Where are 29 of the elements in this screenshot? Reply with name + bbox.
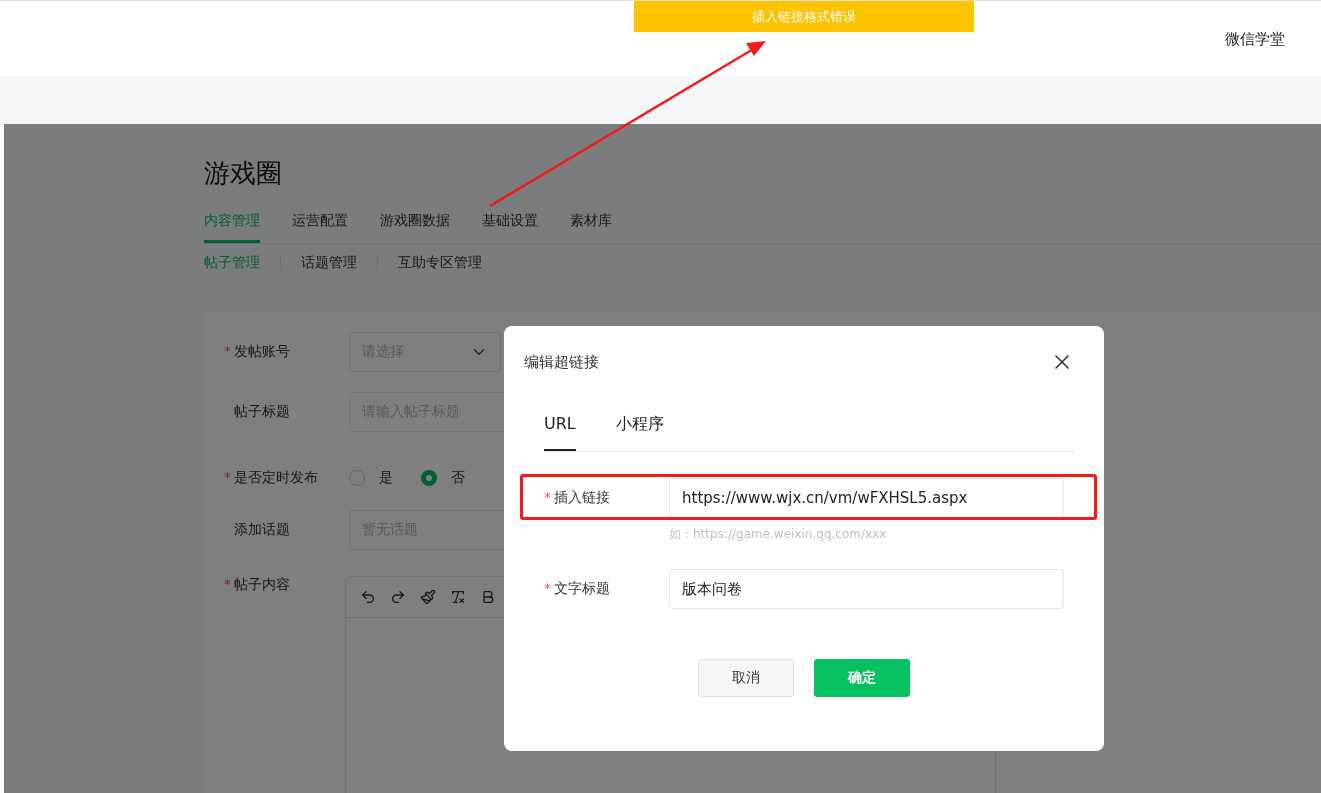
required-mark: *	[224, 576, 232, 594]
sub-tab[interactable]: 话题管理	[301, 252, 357, 274]
nav-tab[interactable]: 基础设置	[482, 204, 538, 243]
field-label: 发帖账号	[234, 343, 290, 361]
page-title: 游戏圈	[204, 157, 283, 190]
radio-option[interactable]: 是	[349, 469, 393, 487]
radio-option[interactable]: 否	[421, 469, 465, 487]
field-label: 帖子标题	[234, 403, 290, 421]
required-mark: *	[544, 489, 552, 505]
required-mark: *	[544, 580, 552, 596]
confirm-button[interactable]: 确定	[814, 659, 910, 697]
field-label: 插入链接	[554, 489, 610, 505]
dialog-title: 编辑超链接	[524, 352, 599, 372]
cancel-button[interactable]: 取消	[698, 659, 794, 697]
dialog-tab[interactable]: URL	[544, 414, 576, 451]
nav-tab[interactable]: 素材库	[570, 204, 612, 243]
field-label: 帖子内容	[234, 576, 290, 594]
field-label: 文字标题	[554, 580, 610, 596]
field-label: 添加话题	[234, 521, 290, 539]
required-mark: *	[224, 343, 232, 361]
field-label: 是否定时发布	[234, 469, 318, 487]
nav-tab[interactable]: 游戏圈数据	[380, 204, 450, 243]
header-link[interactable]: 微信学堂	[1225, 30, 1285, 49]
sub-tab[interactable]: 互助专区管理	[398, 252, 482, 274]
error-toast: 插入链接格式错误	[634, 1, 974, 32]
hint-text: 如：https://game.weixin.qq.com/xxx	[669, 526, 888, 543]
required-mark: *	[224, 469, 232, 487]
input-field[interactable]: 版本问卷	[669, 569, 1064, 609]
nav-tab[interactable]: 运营配置	[292, 204, 348, 243]
